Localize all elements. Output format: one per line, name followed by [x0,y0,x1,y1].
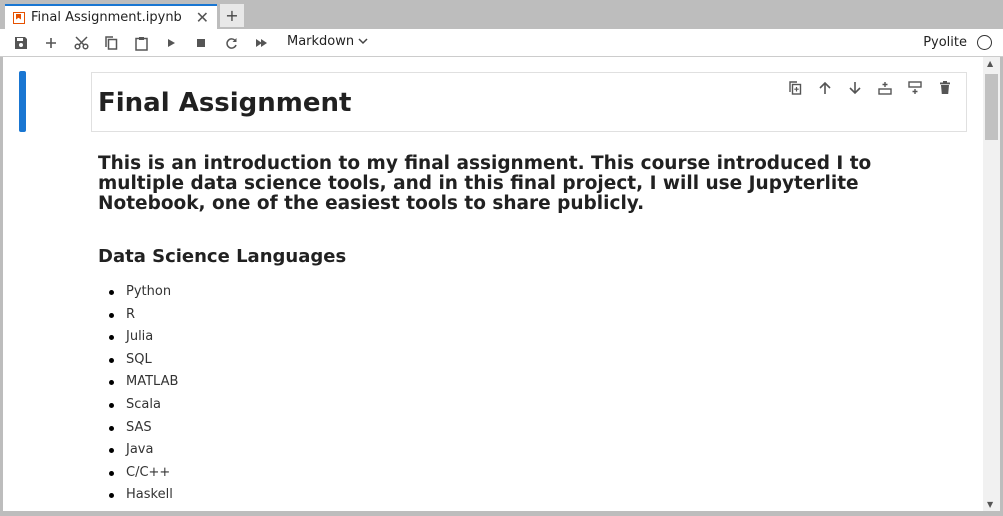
chevron-down-icon [358,34,368,49]
restart-icon[interactable] [220,33,242,53]
cell-collapser[interactable] [19,71,26,132]
delete-icon[interactable] [934,79,956,97]
move-down-icon[interactable] [844,79,866,97]
notebook-panel: Final Assignment This is an introduction… [3,57,1000,511]
copy-icon[interactable] [100,33,122,53]
save-icon[interactable] [10,33,32,53]
list-item: R [108,307,178,330]
markdown-rendered: This is an introduction to my final assi… [98,153,958,503]
insert-below-icon[interactable] [904,79,926,97]
languages-list: Python R Julia SQL MATLAB Scala SAS Java… [108,284,178,510]
list-item: Python [108,284,178,307]
run-icon[interactable] [160,33,182,53]
list-item: Haskell [108,487,178,510]
cell-toolbar [784,79,956,97]
notebook-toolbar: Markdown Pyolite [0,29,1003,57]
list-item: C/C++ [108,465,178,488]
cut-icon[interactable] [70,33,92,53]
scroll-thumb[interactable] [985,74,998,140]
cell-type-label: Markdown [287,34,355,49]
vertical-scrollbar[interactable]: ▲ ▼ [983,57,1000,511]
notebook-icon [13,11,25,24]
list-item: Julia [108,329,178,352]
scroll-up-icon[interactable]: ▲ [987,59,993,68]
tab-title: Final Assignment.ipynb [31,10,182,25]
stop-icon[interactable] [190,33,212,53]
kernel-status-icon [977,35,992,50]
intro-paragraph: This is an introduction to my final assi… [98,153,872,214]
list-item: SAS [108,420,178,443]
markdown-cell-active[interactable]: Final Assignment [91,72,967,132]
cell-type-dropdown[interactable]: Markdown [287,34,368,49]
tab-bar: Final Assignment.ipynb ✕ + [0,0,1003,29]
scroll-down-icon[interactable]: ▼ [987,500,993,509]
kernel-name[interactable]: Pyolite [923,35,967,50]
section-title: Data Science Languages [98,246,347,267]
close-icon[interactable]: ✕ [196,8,209,27]
move-up-icon[interactable] [814,79,836,97]
list-item: SQL [108,352,178,375]
insert-above-icon[interactable] [874,79,896,97]
list-item: MATLAB [108,374,178,397]
add-cell-icon[interactable] [40,33,62,53]
run-all-icon[interactable] [250,33,272,53]
new-tab-button[interactable]: + [220,4,244,27]
paste-icon[interactable] [130,33,152,53]
list-item: Java [108,442,178,465]
duplicate-icon[interactable] [784,79,806,97]
jupyterlite-window: Final Assignment.ipynb ✕ + Markdown Pyol… [0,0,1003,516]
notebook-heading: Final Assignment [98,88,352,118]
tab-final-assignment[interactable]: Final Assignment.ipynb ✕ [5,4,217,29]
list-item: Scala [108,397,178,420]
